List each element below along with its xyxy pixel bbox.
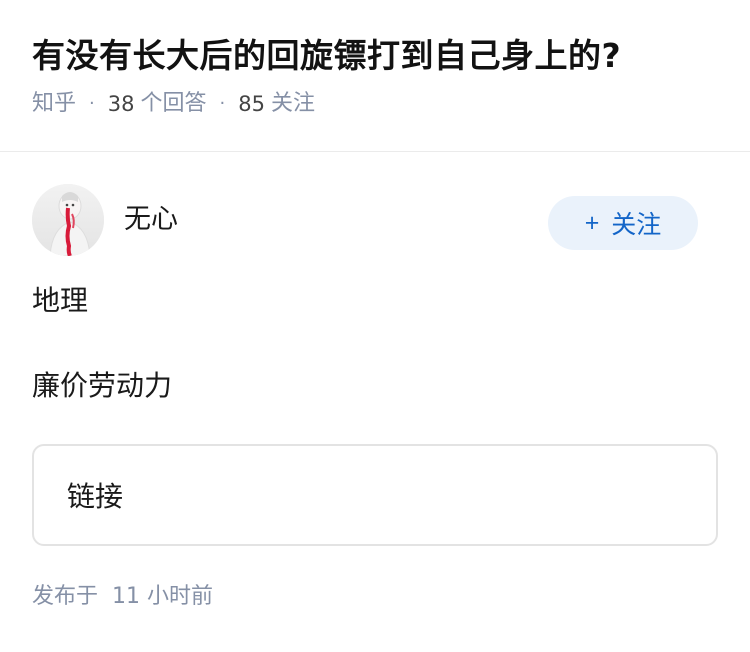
avatar[interactable] — [32, 184, 104, 256]
avatar-image — [32, 184, 104, 256]
separator-dot: · — [89, 93, 95, 114]
follow-button-label: 关注 — [611, 211, 662, 239]
publish-prefix: 发布于 — [32, 584, 99, 609]
author-row: 无心 + 关注 — [32, 183, 718, 257]
publish-time: 发布于 11 小时前 — [32, 582, 718, 612]
question-title[interactable]: 有没有长大后的回旋镖打到自己身上的? — [32, 32, 718, 80]
link-card-label: 链接 — [67, 480, 124, 513]
separator-dot: · — [219, 93, 226, 114]
publish-relative-time: 11 小时前 — [112, 584, 214, 609]
follow-button[interactable]: + 关注 — [548, 196, 698, 250]
source-label[interactable]: 知乎 — [32, 84, 76, 124]
followers-label[interactable]: 关注 — [271, 84, 315, 124]
question-header: 有没有长大后的回旋镖打到自己身上的? 知乎 · 38 个回答 · 85 关注 — [0, 0, 750, 118]
link-card[interactable]: 链接 — [32, 444, 718, 546]
question-meta: 知乎 · 38 个回答 · 85 关注 — [32, 84, 718, 124]
answers-count: 38 — [107, 92, 135, 116]
answer-page: 有没有长大后的回旋镖打到自己身上的? 知乎 · 38 个回答 · 85 关注 无… — [0, 0, 750, 652]
followers-count: 85 — [238, 92, 265, 116]
answer-text-line: 地理 — [32, 284, 89, 317]
answer-card: 无心 + 关注 地理 廉价劳动力 链接 发布于 11 小时前 — [0, 183, 750, 612]
author-name[interactable]: 无心 — [124, 200, 178, 240]
author-info: 无心 — [32, 184, 178, 256]
plus-icon: + — [584, 208, 600, 237]
header-divider — [0, 151, 750, 152]
answers-label[interactable]: 个回答 — [140, 84, 206, 124]
answer-text-line: 廉价劳动力 — [32, 369, 173, 402]
